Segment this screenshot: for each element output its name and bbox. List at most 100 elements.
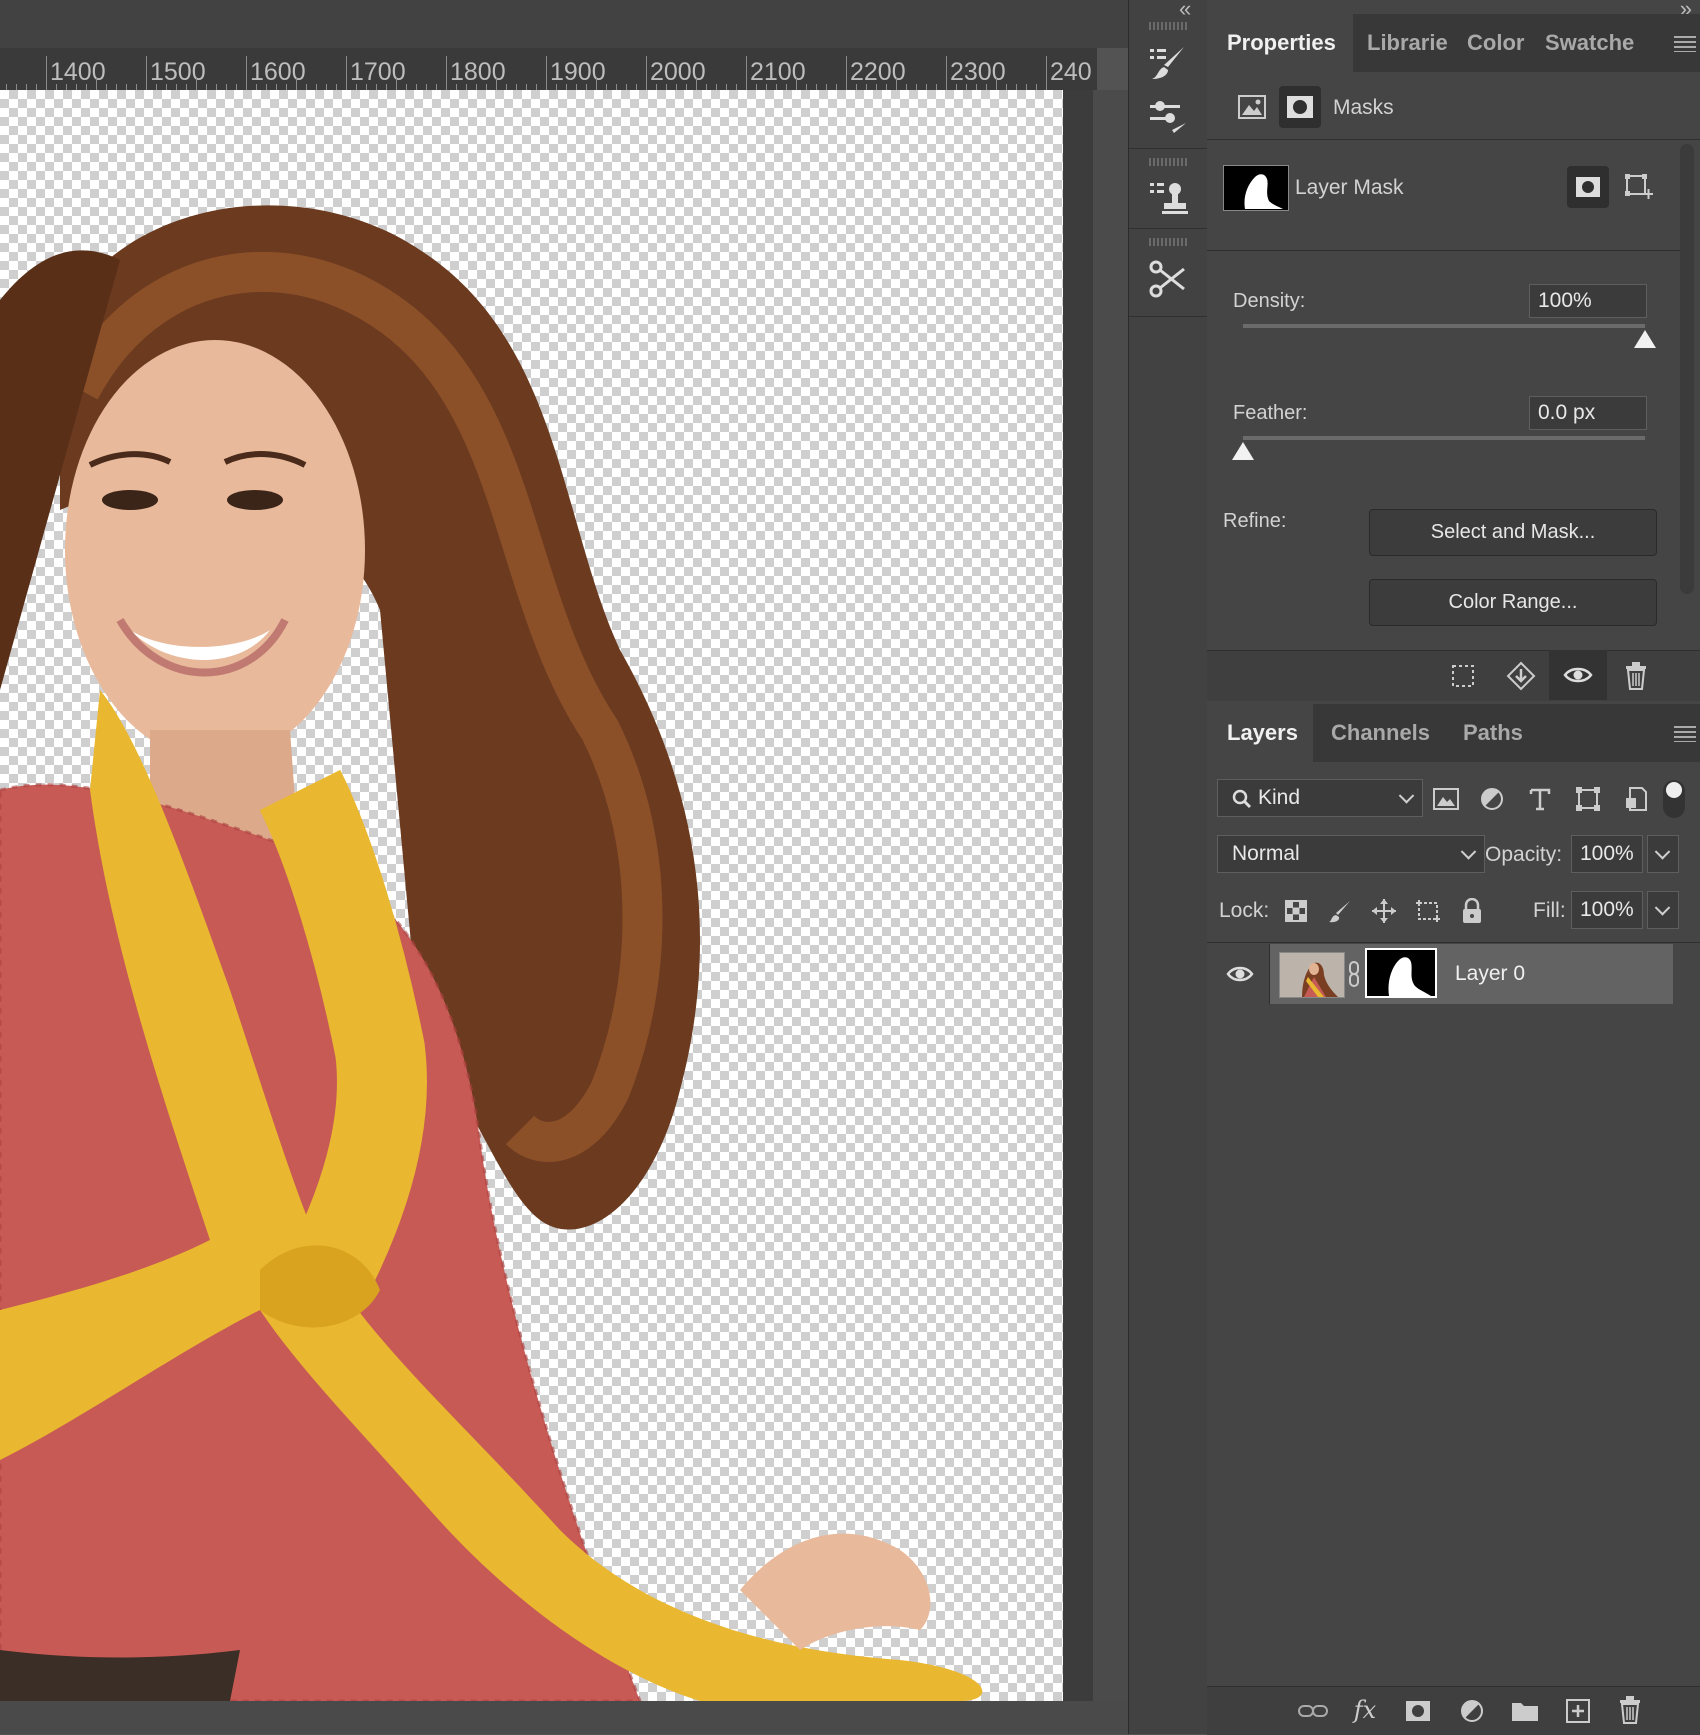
layer-mask-label: Layer Mask [1295,176,1404,199]
layer-name[interactable]: Layer 0 [1455,962,1525,986]
lock-artboard-icon[interactable] [1411,894,1445,928]
tab-layers[interactable]: Layers [1207,704,1313,762]
tab-swatches[interactable]: Swatche [1545,14,1634,72]
feather-slider-handle[interactable] [1232,442,1254,460]
status-bar [0,1701,1128,1734]
filter-kind-label: Kind [1258,786,1301,809]
ruler-label: 1800 [450,58,506,86]
ruler-minor-tick [696,78,697,90]
ruler-major-tick [946,56,947,90]
tab-paths[interactable]: Paths [1463,704,1523,762]
vector-mask-icon[interactable] [1279,86,1321,128]
eye-icon[interactable] [1225,960,1255,988]
add-vector-mask-icon[interactable] [1621,170,1657,206]
brush-presets-icon[interactable] [1143,38,1193,88]
brush-settings-icon[interactable] [1143,92,1193,142]
select-and-mask-button[interactable]: Select and Mask... [1369,509,1657,556]
clone-source-icon[interactable] [1143,172,1193,222]
filter-adjustment-icon[interactable] [1475,782,1509,816]
tab-channels[interactable]: Channels [1331,704,1430,762]
fill-dropdown[interactable] [1647,891,1679,929]
pixel-mask-icon[interactable] [1237,92,1267,122]
dock-grip-3[interactable] [1149,238,1187,246]
document-canvas[interactable] [0,90,1063,1701]
mask-link-icon[interactable] [1347,960,1361,988]
apply-mask-icon[interactable] [1503,658,1539,694]
layer-style-fx-icon[interactable]: fx [1347,1692,1383,1728]
panel-menu-icon[interactable] [1674,36,1696,52]
layer-row[interactable]: Layer 0 [1207,944,1673,1004]
ruler-minor-tick [196,78,197,90]
layer-image-thumbnail[interactable] [1279,952,1345,998]
filter-toggle-switch[interactable] [1663,780,1685,818]
ruler-minor-tick [596,78,597,90]
panel-dock: « [1128,0,1208,1734]
density-slider[interactable] [1243,324,1645,328]
new-adjustment-layer-icon[interactable] [1455,1694,1489,1728]
ruler-major-tick [146,56,147,90]
ruler-major-tick [46,56,47,90]
tab-properties[interactable]: Properties [1207,14,1353,72]
load-selection-icon[interactable] [1447,660,1479,692]
tab-libraries[interactable]: Librarie [1367,14,1448,72]
layer-mask-thumbnail-small[interactable] [1365,948,1437,998]
feather-slider[interactable] [1243,436,1645,440]
link-layers-icon[interactable] [1295,1694,1331,1728]
density-slider-handle[interactable] [1634,330,1656,348]
lock-all-icon[interactable] [1455,894,1489,928]
filter-type-icon[interactable] [1523,782,1557,816]
delete-mask-icon[interactable] [1619,658,1653,694]
ruler-minor-tick [96,78,97,90]
fill-label: Fill: [1533,899,1566,922]
ruler-label: 240 [1050,58,1092,86]
refine-label: Refine: [1223,510,1287,532]
woman-cutout-image [0,205,983,1701]
ruler-minor-tick [396,78,397,90]
opacity-dropdown[interactable] [1647,835,1679,873]
ruler-label: 1400 [50,58,106,86]
fill-field[interactable]: 100% [1571,891,1643,929]
lock-transparent-icon[interactable] [1281,896,1311,926]
density-field[interactable]: 100% [1529,284,1647,318]
ruler-major-tick [1046,56,1047,90]
chevron-down-icon [1654,900,1671,916]
ruler-major-tick [446,56,447,90]
tab-color[interactable]: Color [1467,14,1524,72]
dock-grip-2[interactable] [1149,158,1187,166]
filter-smart-object-icon[interactable] [1619,782,1653,816]
new-layer-icon[interactable] [1561,1694,1595,1728]
layers-menu-icon[interactable] [1674,726,1696,742]
lock-pixels-icon[interactable] [1325,896,1355,926]
disable-mask-icon[interactable] [1549,650,1607,700]
ruler-major-tick [546,56,547,90]
opacity-label: Opacity: [1485,843,1563,866]
ruler-major-tick [346,56,347,90]
tool-presets-icon[interactable] [1143,254,1193,304]
select-pixel-mask-icon[interactable] [1567,166,1609,208]
layer-mask-thumbnail[interactable] [1223,165,1289,211]
filter-shape-icon[interactable] [1571,782,1605,816]
ruler-major-tick [646,56,647,90]
ruler-label: 2100 [750,58,806,86]
ruler-minor-tick [996,78,997,90]
lock-position-icon[interactable] [1367,894,1401,928]
chevron-down-icon [1654,844,1671,860]
dock-grip[interactable] [1149,22,1187,30]
collapse-panels-icon[interactable]: « [1179,0,1191,22]
lock-label: Lock: [1219,899,1270,922]
feather-field[interactable]: 0.0 px [1529,396,1647,430]
horizontal-ruler[interactable]: 1400 1500 1600 1700 1800 1900 2000 2100 2200 2300… [0,48,1097,91]
ruler-minor-tick [296,78,297,90]
color-range-button[interactable]: Color Range... [1369,579,1657,626]
blend-mode-dropdown[interactable]: Normal [1217,835,1485,873]
opacity-field[interactable]: 100% [1571,835,1643,873]
masks-label: Masks [1333,96,1394,119]
filter-kind-dropdown[interactable]: Kind [1217,779,1423,817]
filter-pixel-icon[interactable] [1429,782,1463,816]
new-group-folder-icon[interactable] [1507,1694,1543,1728]
ruler-label: 2200 [850,58,906,86]
properties-scrollbar[interactable] [1680,144,1694,594]
add-mask-icon[interactable] [1401,1694,1435,1728]
delete-layer-icon[interactable] [1613,1692,1647,1728]
ruler-major-tick [746,56,747,90]
